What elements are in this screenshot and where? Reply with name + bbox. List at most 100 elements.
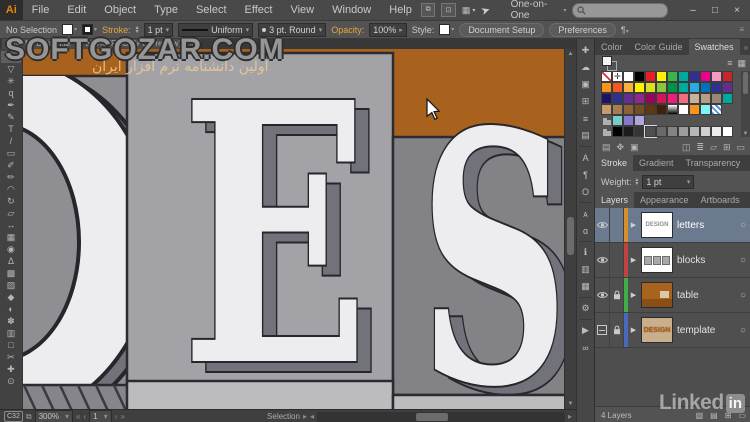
blend-tool[interactable]: ◐ [1, 303, 21, 315]
menu-edit[interactable]: Edit [58, 0, 95, 20]
layer-thumbnail[interactable]: DESIGN [641, 212, 673, 238]
image-trace-panel-icon[interactable]: ✚ [577, 42, 594, 59]
swatch[interactable] [601, 93, 612, 104]
line-segment-tool[interactable]: / [1, 135, 21, 147]
stroke-link[interactable]: Stroke: [102, 25, 131, 35]
first-artboard-icon[interactable]: « [76, 412, 80, 421]
swatch[interactable] [634, 71, 645, 82]
swatch[interactable] [667, 126, 678, 137]
visibility-eye-icon[interactable] [595, 243, 610, 277]
swatch[interactable] [711, 93, 722, 104]
delete-swatch-icon[interactable]: ▭ [736, 142, 745, 153]
zoom-level-combo[interactable]: 300% ▾ [34, 410, 74, 422]
menu-type[interactable]: Type [145, 0, 187, 20]
swatch[interactable] [623, 93, 634, 104]
swatch[interactable] [634, 104, 645, 115]
swatch[interactable] [656, 82, 667, 93]
layer-row-table[interactable]: ▶ table ○ [595, 278, 750, 313]
swatch[interactable] [656, 93, 667, 104]
stroke-swatch[interactable] [82, 24, 94, 35]
swatch[interactable] [623, 82, 634, 93]
symbol-sprayer-tool[interactable]: ✽ [1, 315, 21, 327]
menu-help[interactable]: Help [380, 0, 421, 20]
character-panel-icon[interactable]: A [577, 149, 594, 166]
swatch[interactable] [623, 71, 634, 82]
swatch[interactable] [722, 82, 733, 93]
last-artboard-icon[interactable]: » [120, 412, 124, 421]
tab-libraries[interactable]: Libraries [746, 192, 750, 208]
scroll-up-icon[interactable]: ▲ [568, 49, 574, 59]
tab-artboards[interactable]: Artboards [695, 192, 746, 208]
status-expand-icon[interactable]: ▸ [303, 412, 307, 421]
restore-button[interactable]: □ [704, 1, 726, 19]
tab-color-guide[interactable]: Color Guide [629, 39, 689, 55]
swatch[interactable] [612, 104, 623, 115]
zoom-tool[interactable]: ⊙ [1, 375, 21, 387]
menu-window[interactable]: Window [323, 0, 380, 20]
swatch[interactable] [612, 115, 623, 126]
new-sublayer-icon[interactable]: ▤ [710, 411, 718, 420]
swatch[interactable] [612, 126, 623, 137]
selection-tool[interactable]: ↖ [0, 51, 21, 63]
swatch[interactable] [634, 115, 645, 126]
hand-tool[interactable]: ✚ [1, 363, 21, 375]
scroll-right-icon[interactable]: ▸ [568, 412, 572, 421]
swatch[interactable] [689, 126, 700, 137]
menu-select[interactable]: Select [187, 0, 236, 20]
weight-stepper[interactable]: ▴ ▾ [635, 177, 638, 187]
arrange-documents-icon[interactable]: ▦ ▾ [462, 5, 476, 16]
shape-builder-tool[interactable]: ◉ [1, 243, 21, 255]
swatch[interactable] [678, 126, 689, 137]
lock-icon[interactable] [610, 313, 624, 347]
layer-target-icon[interactable]: ○ [734, 255, 750, 266]
tab-layers[interactable]: Layers [595, 192, 635, 208]
visibility-eye-icon[interactable] [595, 278, 610, 312]
actions-panel-icon[interactable]: ▶ [577, 322, 594, 339]
artboards-panel-icon[interactable]: ▣ [577, 76, 594, 93]
horizontal-scrollbar[interactable] [316, 411, 565, 422]
menu-effect[interactable]: Effect [236, 0, 282, 20]
swatch[interactable] [678, 71, 689, 82]
scroll-left-icon[interactable]: ◂ [310, 412, 314, 421]
document-tab[interactable]: Oils for Design.ai* @ 300% (RGB/GPU Prev… [2, 39, 202, 49]
swatch[interactable] [656, 126, 667, 137]
artboard-tool[interactable]: □ [1, 339, 21, 351]
layer-target-icon[interactable]: ○ [734, 290, 750, 301]
magic-wand-tool[interactable]: ✳ [1, 75, 21, 87]
pencil-tool[interactable]: ✏ [1, 171, 21, 183]
direct-selection-tool[interactable]: ▽ [1, 63, 21, 75]
swatch[interactable] [612, 82, 623, 93]
stroke-weight-combo[interactable]: 1 pt ▾ [143, 22, 174, 37]
swatch-group-folder-icon[interactable] [601, 126, 612, 137]
brush-definition-combo[interactable]: 3 pt. Round ▾ [258, 22, 327, 37]
expand-layer-icon[interactable]: ▶ [628, 291, 639, 299]
swatch[interactable] [700, 126, 711, 137]
layer-row-template[interactable]: ▶ DESIGN template ○ [595, 313, 750, 348]
swatch[interactable]: ✛ [612, 71, 623, 82]
stroke-weight-stepper[interactable]: ▴ ▾ [136, 25, 139, 35]
tab-stroke[interactable]: Stroke [595, 155, 634, 171]
next-artboard-icon[interactable]: › [115, 412, 118, 421]
swatch[interactable] [645, 93, 656, 104]
width-tool[interactable]: ↔ [1, 219, 21, 231]
panel-collapse-icon[interactable]: » [740, 39, 750, 55]
swatch[interactable] [667, 104, 678, 115]
pathfinder-panel-icon[interactable]: ▤ [577, 127, 594, 144]
tab-appearance[interactable]: Appearance [634, 192, 695, 208]
perspective-grid-tool[interactable]: Δ [1, 255, 21, 267]
swatch[interactable] [623, 104, 634, 115]
swatch[interactable] [634, 93, 645, 104]
swatch[interactable] [645, 104, 656, 115]
search-input[interactable] [572, 2, 669, 18]
mesh-tool[interactable]: ▩ [1, 267, 21, 279]
stroke-color-control[interactable]: ▾ [82, 24, 97, 35]
swatch[interactable] [644, 125, 657, 138]
scroll-down-icon[interactable]: ▼ [743, 131, 749, 137]
swatches-scroll-thumb[interactable] [743, 72, 748, 94]
expand-layer-icon[interactable]: ▶ [628, 221, 639, 229]
layer-row-letters[interactable]: ▶ DESIGN letters ○ [595, 208, 750, 243]
menu-object[interactable]: Object [95, 0, 145, 20]
swatch[interactable] [711, 71, 722, 82]
swatch[interactable] [678, 104, 689, 115]
column-graph-tool[interactable]: ▥ [1, 327, 21, 339]
